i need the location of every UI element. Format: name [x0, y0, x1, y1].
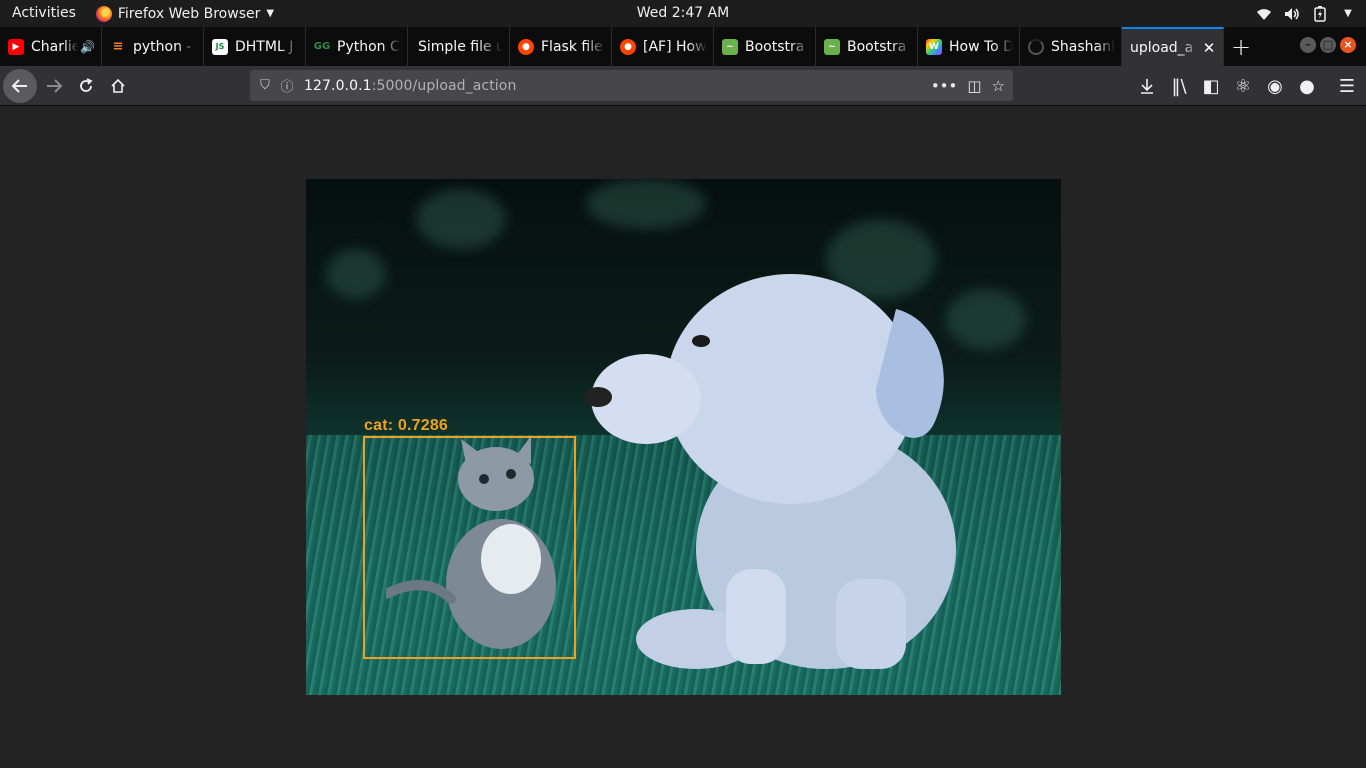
- dhtml-icon: JS: [212, 38, 228, 55]
- library-icon: ‖\: [1171, 75, 1187, 97]
- wifi-icon: [1257, 8, 1271, 20]
- close-window-icon[interactable]: ×: [1340, 37, 1356, 53]
- colorful-w-icon: W: [926, 38, 942, 55]
- loading-icon: [1028, 38, 1044, 55]
- clock[interactable]: Wed 2:47 AM: [637, 5, 730, 21]
- tab-title: Charlie: [31, 38, 79, 55]
- account-button[interactable]: ◉: [1262, 70, 1288, 102]
- battery-icon: [1314, 5, 1326, 22]
- tab-title: Bootstra: [745, 38, 805, 55]
- volume-icon: [1285, 7, 1299, 20]
- bootstrap-icon: ~: [824, 38, 840, 55]
- detection-bounding-box: [363, 436, 576, 659]
- close-tab-icon[interactable]: ✕: [1201, 39, 1217, 57]
- chevron-down-icon: ▼: [1344, 8, 1352, 19]
- react-icon: ⚛: [1234, 75, 1252, 97]
- url-bar[interactable]: ⛉ ⓘ 127.0.0.1:5000/upload_action ••• ◫ ☆: [250, 70, 1013, 101]
- download-icon: [1141, 79, 1153, 94]
- url-path: :5000/upload_action: [371, 77, 517, 94]
- hamburger-menu-icon: ☰: [1338, 75, 1356, 97]
- page-content: cat: 0.7286: [0, 106, 1366, 768]
- home-icon: [111, 78, 125, 93]
- tab-title: Simple file u: [418, 38, 503, 55]
- activities-button[interactable]: Activities: [0, 0, 88, 27]
- tab-shashank[interactable]: Shashank: [1020, 27, 1122, 66]
- tab-how-to[interactable]: W How To D: [918, 27, 1020, 66]
- account-icon: ◉: [1267, 75, 1283, 97]
- extension-button[interactable]: ●: [1294, 70, 1320, 102]
- arrow-left-icon: [11, 78, 27, 93]
- tab-title: Shashank: [1051, 38, 1115, 55]
- tab-python-stackoverflow[interactable]: ≡ python -: [102, 27, 204, 66]
- reload-button[interactable]: [70, 70, 102, 102]
- tab-python-c[interactable]: GG Python C: [306, 27, 408, 66]
- system-tray[interactable]: ▼: [1256, 0, 1356, 27]
- tab-title: How To D: [949, 38, 1013, 55]
- tab-title: Bootstra: [847, 38, 907, 55]
- tab-bootstrap-1[interactable]: ~ Bootstra: [714, 27, 816, 66]
- tab-title: upload_a: [1130, 39, 1194, 56]
- reddit-icon: ●: [620, 38, 636, 55]
- url-text[interactable]: 127.0.0.1:5000/upload_action: [304, 78, 516, 94]
- detection-label: cat: 0.7286: [364, 417, 449, 434]
- forward-button[interactable]: [38, 70, 70, 102]
- library-button[interactable]: ‖\: [1166, 70, 1192, 102]
- reload-icon: [80, 77, 93, 92]
- info-icon[interactable]: ⓘ: [276, 76, 298, 95]
- back-button[interactable]: [3, 68, 37, 103]
- window-controls: – □ ×: [1300, 37, 1356, 53]
- more-actions-icon[interactable]: •••: [931, 77, 958, 95]
- tab-dhtml[interactable]: JS DHTML J: [204, 27, 306, 66]
- chevron-down-icon: ▼: [266, 8, 275, 19]
- speaker-icon[interactable]: 🔊: [80, 40, 95, 54]
- extension-icon: ●: [1299, 75, 1315, 97]
- tab-charlie[interactable]: ▶ Charlie 🔊: [0, 27, 102, 66]
- tab-title: Python C: [337, 38, 400, 55]
- sidebar-button[interactable]: ◧: [1198, 70, 1224, 102]
- downloads-button[interactable]: [1134, 70, 1160, 102]
- app-menu-label: Firefox Web Browser: [117, 5, 261, 22]
- tab-title: [AF] How: [643, 38, 707, 55]
- new-tab-button[interactable]: +: [1224, 27, 1258, 66]
- shield-icon[interactable]: ⛉: [254, 78, 276, 93]
- stackoverflow-icon: ≡: [112, 39, 124, 54]
- firefox-icon: [95, 5, 112, 22]
- tab-af-how[interactable]: ● [AF] How: [612, 27, 714, 66]
- tab-strip: ▶ Charlie 🔊 ≡ python - JS DHTML J GG Pyt…: [0, 27, 1366, 66]
- minimize-icon[interactable]: –: [1300, 37, 1316, 53]
- pocket-icon[interactable]: ◫: [967, 77, 981, 95]
- navigation-toolbar: ⛉ ⓘ 127.0.0.1:5000/upload_action ••• ◫ ☆…: [0, 66, 1366, 106]
- app-menu[interactable]: Firefox Web Browser ▼: [95, 0, 275, 27]
- tab-flask-file[interactable]: ● Flask file: [510, 27, 612, 66]
- bootstrap-icon: ~: [722, 38, 738, 55]
- tab-title: DHTML J: [235, 38, 294, 55]
- bookmark-star-icon[interactable]: ☆: [992, 77, 1005, 95]
- tab-title: Flask file: [541, 38, 603, 55]
- tab-bootstrap-2[interactable]: ~ Bootstra: [816, 27, 918, 66]
- arrow-right-icon: [47, 78, 63, 93]
- react-devtools-button[interactable]: ⚛: [1230, 70, 1256, 102]
- youtube-icon: ▶: [8, 38, 24, 55]
- puppy-image: [584, 274, 956, 669]
- home-button[interactable]: [102, 70, 134, 102]
- tab-title: python -: [133, 38, 192, 55]
- sidebar-icon: ◧: [1202, 75, 1220, 97]
- url-host: 127.0.0.1: [304, 77, 372, 94]
- menu-button[interactable]: ☰: [1334, 70, 1360, 102]
- geeksforgeeks-icon: GG: [313, 41, 331, 52]
- maximize-icon[interactable]: □: [1320, 37, 1336, 53]
- system-top-bar: Activities Firefox Web Browser ▼ Wed 2:4…: [0, 0, 1366, 27]
- reddit-icon: ●: [518, 38, 534, 55]
- tab-simple-file[interactable]: Simple file u: [408, 27, 510, 66]
- tab-upload-action[interactable]: upload_a ✕: [1122, 27, 1224, 66]
